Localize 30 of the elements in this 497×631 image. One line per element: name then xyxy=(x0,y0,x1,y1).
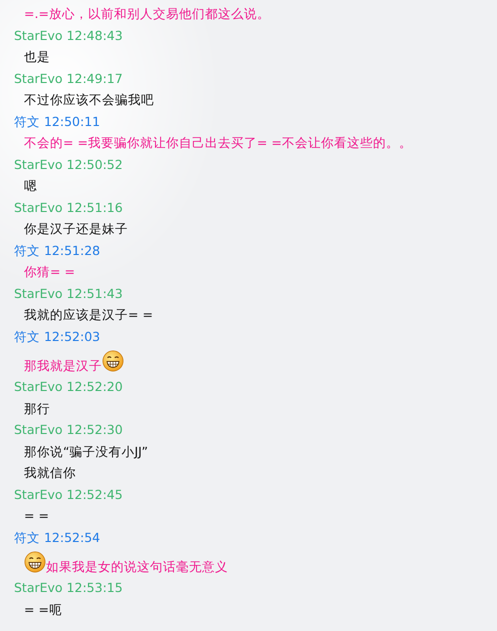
message-text: 我就信你 xyxy=(24,464,76,482)
message-header: StarEvo 12:52:20 xyxy=(14,378,124,396)
message-header: StarEvo 12:48:43 xyxy=(14,26,124,44)
grinning-face-icon xyxy=(24,551,46,573)
message-header: 符文 12:51:28 xyxy=(14,242,102,260)
message-text: = = xyxy=(24,507,49,525)
message-header: StarEvo 12:52:45 xyxy=(14,486,124,504)
message-text: 不会的= =我要骗你就让你自己出去买了= =不会让你看这些的。。 xyxy=(24,134,412,152)
message-text: 嗯 xyxy=(24,177,37,195)
message-header: StarEvo 12:50:52 xyxy=(14,156,124,174)
message-text: 不过你应该不会骗我吧 xyxy=(24,91,154,109)
message-header: 符文 12:52:03 xyxy=(14,328,102,346)
message-text: 我就的应该是汉子= = xyxy=(24,306,153,324)
message-header: StarEvo 12:51:16 xyxy=(14,198,124,216)
message-text: 你猜= = xyxy=(24,263,75,281)
grinning-face-icon xyxy=(102,350,124,372)
message-text: =.=放心，以前和别人交易他们都这么说。 xyxy=(24,5,270,23)
message-header: StarEvo 12:53:15 xyxy=(14,579,124,597)
message-text: = =呃 xyxy=(24,600,62,618)
message-text: 你是汉子还是妹子 xyxy=(24,220,128,238)
message-header: StarEvo 12:52:30 xyxy=(14,421,124,439)
message-header: 符文 12:50:11 xyxy=(14,112,102,130)
message-header: StarEvo 12:51:43 xyxy=(14,284,124,302)
message-text: 那行 xyxy=(24,400,50,418)
message-text: 那你说“骗子没有小JJ” xyxy=(24,442,148,460)
message-header: StarEvo 12:49:17 xyxy=(14,70,124,88)
message-text: 也是 xyxy=(24,48,50,66)
message-text: 那我就是汉子 xyxy=(24,356,102,374)
message-header: 符文 12:52:54 xyxy=(14,528,102,546)
message-text: 如果我是女的说这句话毫无意义 xyxy=(46,558,228,576)
